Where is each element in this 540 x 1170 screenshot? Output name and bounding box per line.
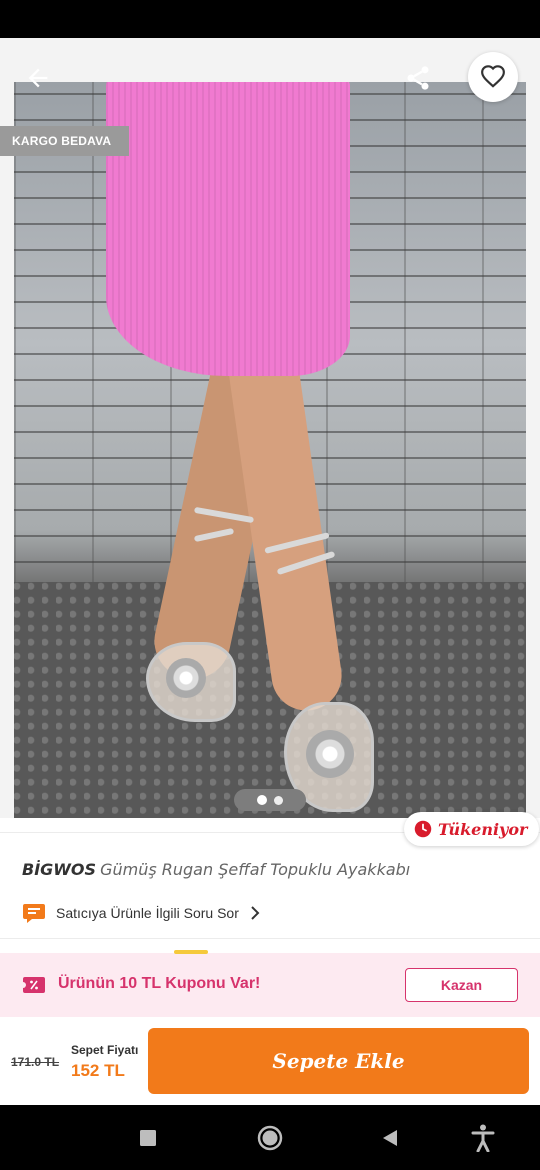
pager-dot-active[interactable] — [257, 795, 267, 805]
product-image-carousel[interactable]: KARGO BEDAVA — [0, 38, 540, 818]
clock-icon — [414, 820, 432, 838]
circle-icon — [257, 1125, 283, 1151]
coupon-percent-icon — [22, 977, 45, 993]
accessibility-icon — [471, 1124, 495, 1152]
back-button[interactable] — [22, 62, 54, 94]
add-to-cart-button[interactable]: Sepete Ekle — [148, 1028, 529, 1094]
status-bar — [0, 0, 540, 38]
earn-coupon-button[interactable]: Kazan — [405, 968, 518, 1002]
cart-bar: 171.0 TL Sepet Fiyatı 152 TL Sepete Ekle — [0, 1017, 540, 1105]
favorite-button[interactable] — [468, 52, 518, 102]
share-button[interactable] — [400, 60, 436, 96]
triangle-back-icon — [383, 1130, 397, 1146]
chevron-right-icon — [251, 906, 260, 920]
nav-back-button[interactable] — [373, 1121, 407, 1155]
nav-home-button[interactable] — [253, 1121, 287, 1155]
product-name: Gümüş Rugan Şeffaf Topuklu Ayakkabı — [100, 860, 411, 879]
system-nav-bar — [0, 1105, 540, 1170]
coupon-text: Ürünün 10 TL Kuponu Var! — [58, 975, 261, 992]
basket-price-label: Sepet Fiyatı — [71, 1043, 139, 1057]
basket-price: 152 TL — [71, 1061, 125, 1080]
stock-status-badge: Tükeniyor — [404, 812, 540, 846]
chat-bubble-icon — [23, 904, 45, 923]
nav-recents-button[interactable] — [131, 1121, 165, 1155]
product-title: BİGWOS Gümüş Rugan Şeffaf Topuklu Ayakkab… — [22, 860, 522, 879]
stock-status-label: Tükeniyor — [438, 819, 528, 839]
arrow-back-icon — [28, 68, 48, 88]
share-icon — [407, 66, 429, 90]
section-indicator — [174, 950, 208, 954]
heart-outline-icon — [481, 65, 505, 88]
free-shipping-badge: KARGO BEDAVA — [0, 126, 130, 156]
divider — [0, 938, 540, 939]
pager-dot[interactable] — [274, 795, 283, 805]
ask-seller-label: Satıcıya Ürünle İlgili Soru Sor — [56, 905, 239, 921]
nav-accessibility-button[interactable] — [466, 1121, 500, 1155]
ask-seller-link[interactable]: Satıcıya Ürünle İlgili Soru Sor — [22, 900, 261, 926]
product-photo — [14, 82, 526, 818]
old-price: 171.0 TL — [11, 1055, 60, 1069]
square-icon — [140, 1130, 156, 1146]
product-brand[interactable]: BİGWOS — [22, 860, 96, 879]
product-detail-screen: KARGO BEDAVA Tükeniyor BİGWOS Gümüş Rugan… — [0, 0, 540, 1170]
image-pager[interactable] — [234, 789, 306, 811]
coupon-bar: Ürünün 10 TL Kuponu Var! Kazan — [0, 950, 540, 1017]
